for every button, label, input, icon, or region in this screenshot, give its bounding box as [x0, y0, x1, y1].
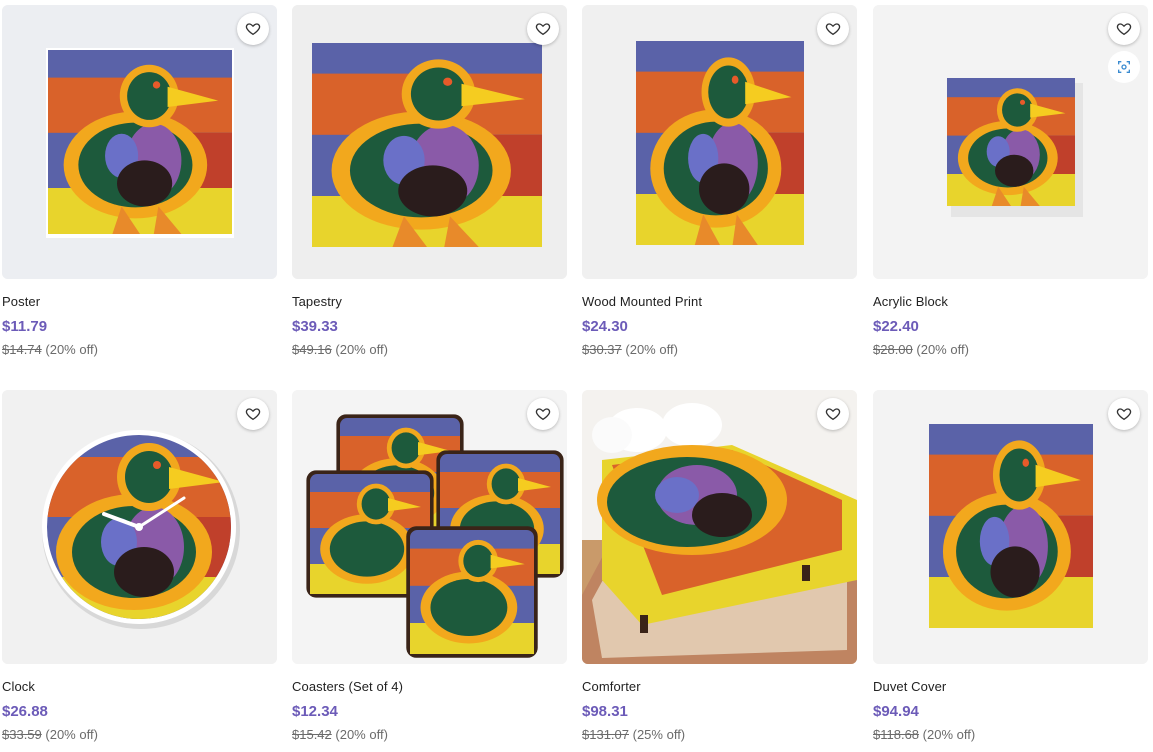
heart-outline-icon [245, 408, 261, 421]
product-image[interactable] [292, 390, 567, 664]
original-price: $49.16 [292, 342, 332, 357]
heart-outline-icon [245, 23, 261, 36]
discount-label: (20% off) [45, 727, 98, 742]
product-title[interactable]: Poster [2, 294, 277, 310]
original-price-row: $30.37 (20% off) [582, 342, 857, 358]
original-price: $28.00 [873, 342, 913, 357]
product-title[interactable]: Duvet Cover [873, 679, 1148, 695]
view-in-room-button[interactable] [1108, 51, 1140, 83]
discount-label: (20% off) [45, 342, 98, 357]
duck-artwork [292, 390, 567, 664]
product-card-acrylic-block[interactable]: Acrylic Block $22.40 $28.00 (20% off) [873, 5, 1148, 358]
duck-artwork [2, 390, 277, 664]
product-card-clock[interactable]: Clock $26.88 $33.59 (20% off) [2, 390, 277, 743]
original-price-row: $118.68 (20% off) [873, 727, 1148, 743]
product-image[interactable] [582, 390, 857, 664]
favorite-button[interactable] [817, 13, 849, 45]
original-price-row: $15.42 (20% off) [292, 727, 567, 743]
discount-label: (20% off) [335, 727, 388, 742]
product-image[interactable] [2, 390, 277, 664]
discount-label: (20% off) [916, 342, 969, 357]
original-price: $33.59 [2, 727, 42, 742]
original-price: $14.74 [2, 342, 42, 357]
product-price: $26.88 [2, 703, 48, 720]
heart-outline-icon [535, 408, 551, 421]
favorite-button[interactable] [527, 13, 559, 45]
duck-artwork [2, 5, 277, 279]
product-card-tapestry[interactable]: Tapestry $39.33 $49.16 (20% off) [292, 5, 567, 358]
original-price-row: $49.16 (20% off) [292, 342, 567, 358]
product-card-poster[interactable]: Poster $11.79 $14.74 (20% off) [2, 5, 277, 358]
product-price: $98.31 [582, 703, 628, 720]
original-price: $30.37 [582, 342, 622, 357]
discount-label: (25% off) [632, 727, 686, 742]
product-title[interactable]: Clock [2, 679, 277, 695]
product-price: $22.40 [873, 318, 919, 335]
product-title[interactable]: Tapestry [292, 294, 567, 310]
original-price-row: $28.00 (20% off) [873, 342, 1148, 358]
original-price: $15.42 [292, 727, 332, 742]
discount-label: (20% off) [335, 342, 388, 357]
product-title[interactable]: Comforter [582, 679, 857, 695]
product-price: $12.34 [292, 703, 338, 720]
discount-label: (20% off) [922, 727, 976, 742]
favorite-button[interactable] [237, 398, 269, 430]
product-card-wood-mounted-print[interactable]: Wood Mounted Print $24.30 $30.37 (20% of… [582, 5, 857, 358]
heart-outline-icon [1116, 23, 1132, 36]
product-price: $39.33 [292, 318, 338, 335]
product-image[interactable] [582, 5, 857, 279]
heart-outline-icon [535, 23, 551, 36]
duck-artwork [873, 5, 1148, 279]
product-card-duvet-cover[interactable]: Duvet Cover $94.94 $118.68 (20% off) [873, 390, 1148, 743]
original-price-row: $14.74 (20% off) [2, 342, 277, 358]
discount-label: (20% off) [625, 342, 678, 357]
product-image[interactable] [2, 5, 277, 279]
product-price: $11.79 [2, 318, 48, 335]
product-card-coasters[interactable]: Coasters (Set of 4) $12.34 $15.42 (20% o… [292, 390, 567, 743]
duck-artwork [582, 390, 857, 664]
favorite-button[interactable] [237, 13, 269, 45]
favorite-button[interactable] [817, 398, 849, 430]
product-image[interactable] [292, 5, 567, 279]
scan-icon [1118, 61, 1130, 73]
heart-outline-icon [825, 23, 841, 36]
favorite-button[interactable] [1108, 398, 1140, 430]
product-title[interactable]: Acrylic Block [873, 294, 1148, 310]
original-price: $131.07 [582, 727, 629, 742]
original-price-row: $131.07 (25% off) [582, 727, 857, 743]
original-price: $118.68 [873, 727, 920, 742]
product-title[interactable]: Wood Mounted Print [582, 294, 857, 310]
original-price-row: $33.59 (20% off) [2, 727, 277, 743]
product-image[interactable] [873, 390, 1148, 664]
product-image[interactable] [873, 5, 1148, 279]
product-price: $94.94 [873, 703, 919, 720]
heart-outline-icon [825, 408, 841, 421]
heart-outline-icon [1116, 408, 1132, 421]
product-title[interactable]: Coasters (Set of 4) [292, 679, 567, 695]
duck-artwork [873, 390, 1148, 664]
favorite-button[interactable] [527, 398, 559, 430]
favorite-button[interactable] [1108, 13, 1140, 45]
product-card-comforter[interactable]: Comforter $98.31 $131.07 (25% off) [582, 390, 857, 743]
duck-artwork [582, 5, 857, 279]
product-price: $24.30 [582, 318, 628, 335]
duck-artwork [292, 5, 567, 279]
